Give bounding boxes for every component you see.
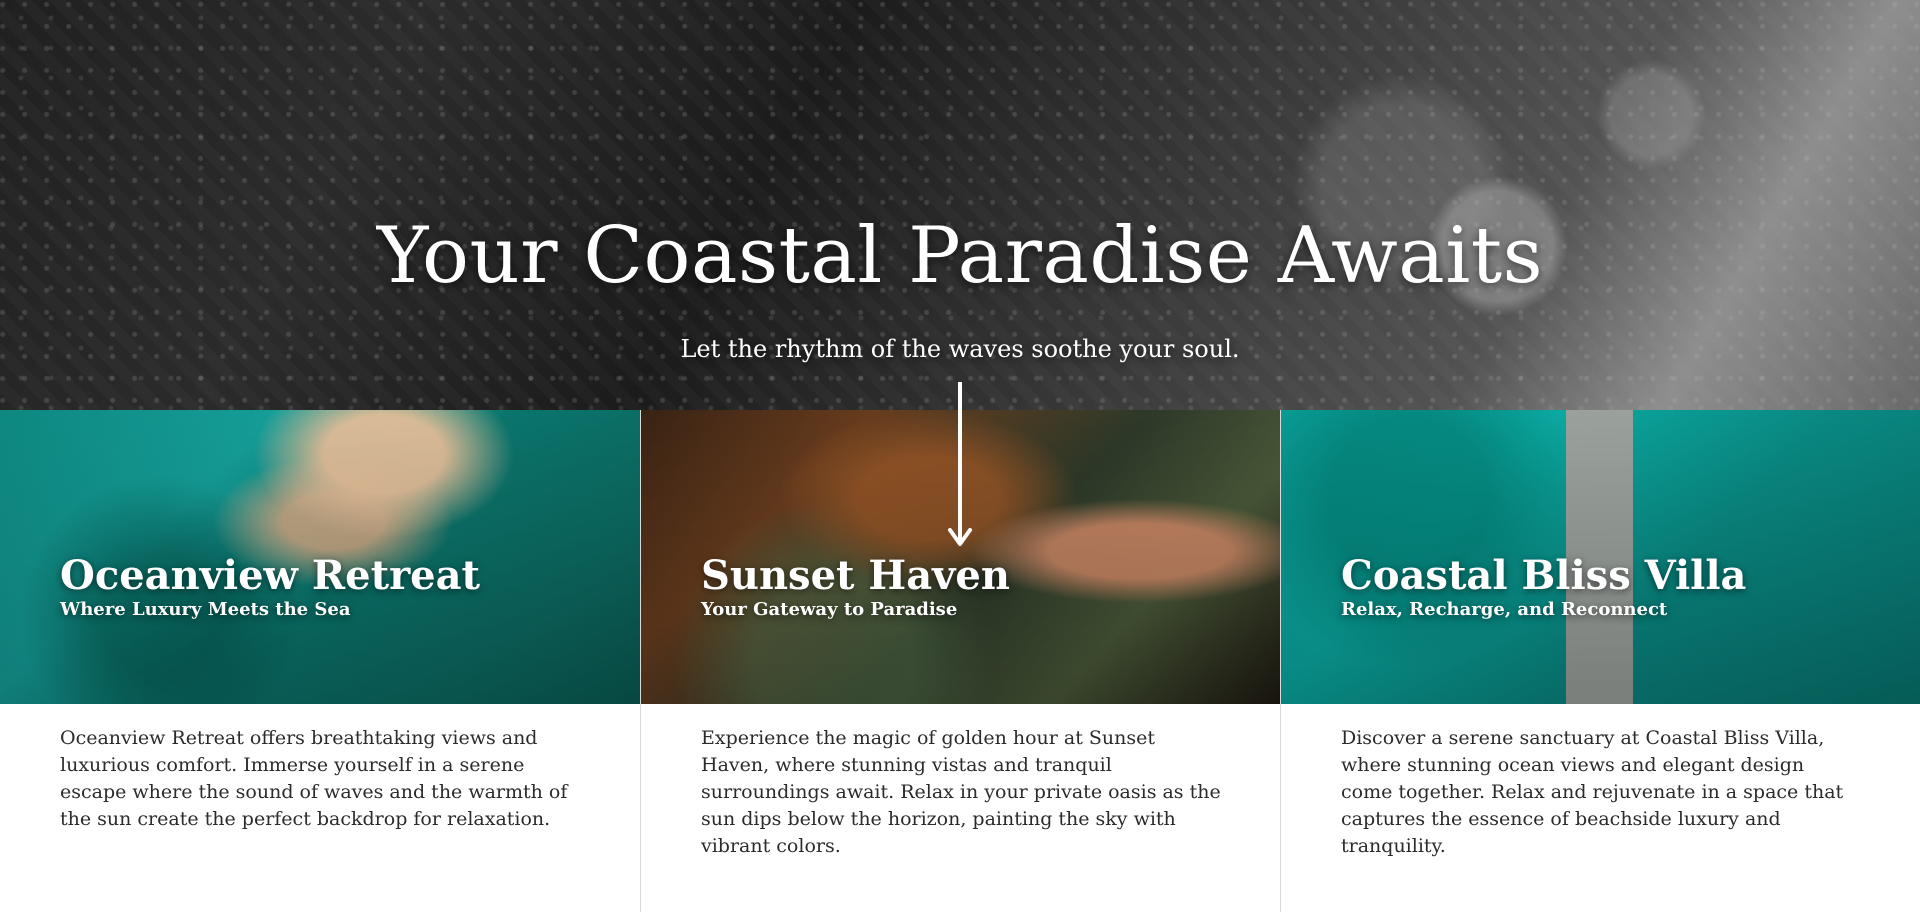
card-description: Experience the magic of golden hour at S…: [701, 727, 1221, 857]
arrow-down-icon[interactable]: [946, 382, 974, 554]
oceanview-retreat-image: Oceanview Retreat Where Luxury Meets the…: [0, 410, 640, 704]
hero-subtitle: Let the rhythm of the waves soothe your …: [680, 335, 1240, 363]
card-title: Sunset Haven: [701, 552, 1010, 599]
property-card-coastal-bliss-villa[interactable]: Coastal Bliss Villa Relax, Recharge, and…: [1280, 410, 1920, 912]
card-title: Coastal Bliss Villa: [1341, 552, 1747, 599]
card-subtitle: Relax, Recharge, and Reconnect: [1341, 599, 1668, 620]
card-description: Discover a serene sanctuary at Coastal B…: [1341, 727, 1844, 857]
property-card-oceanview-retreat[interactable]: Oceanview Retreat Where Luxury Meets the…: [0, 410, 640, 912]
card-description: Oceanview Retreat offers breathtaking vi…: [60, 727, 568, 830]
coastal-bliss-villa-image: Coastal Bliss Villa Relax, Recharge, and…: [1281, 410, 1920, 704]
hero-title: Your Coastal Paradise Awaits: [376, 211, 1544, 301]
hero-banner: Your Coastal Paradise Awaits Let the rhy…: [0, 0, 1920, 410]
card-subtitle: Where Luxury Meets the Sea: [60, 599, 351, 620]
card-title: Oceanview Retreat: [60, 552, 480, 599]
card-subtitle: Your Gateway to Paradise: [701, 599, 958, 620]
